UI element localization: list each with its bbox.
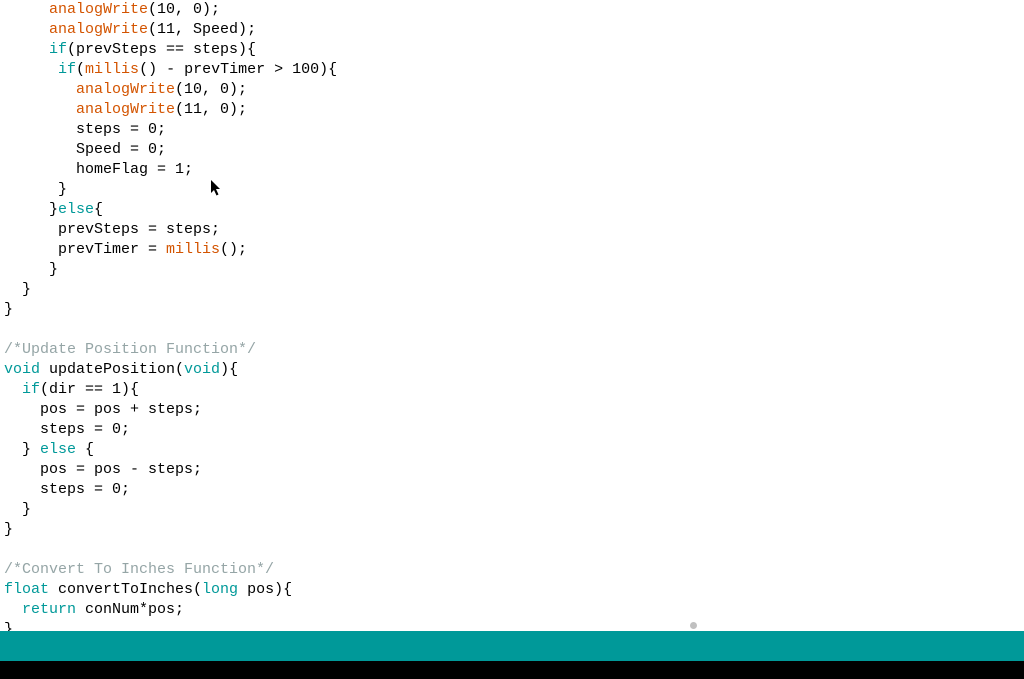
- code-token: steps = 0;: [4, 481, 130, 498]
- code-token: analogWrite: [76, 81, 175, 98]
- code-token: else: [58, 201, 94, 218]
- code-token: if: [58, 61, 76, 78]
- code-token: [4, 101, 76, 118]
- code-line[interactable]: [4, 320, 1020, 340]
- code-token: [4, 601, 22, 618]
- code-token: steps = 0;: [4, 421, 130, 438]
- code-line[interactable]: homeFlag = 1;: [4, 160, 1020, 180]
- code-editor[interactable]: analogWrite(10, 0); analogWrite(11, Spee…: [0, 0, 1024, 640]
- code-line[interactable]: analogWrite(10, 0);: [4, 80, 1020, 100]
- code-line[interactable]: steps = 0;: [4, 120, 1020, 140]
- code-token: prevTimer =: [4, 241, 166, 258]
- code-token: (prevSteps == steps){: [67, 41, 256, 58]
- code-line[interactable]: }: [4, 500, 1020, 520]
- code-token: updatePosition(: [40, 361, 184, 378]
- code-line[interactable]: float convertToInches(long pos){: [4, 580, 1020, 600]
- code-line[interactable]: pos = pos - steps;: [4, 460, 1020, 480]
- code-token: [4, 21, 49, 38]
- code-token: ();: [220, 241, 247, 258]
- code-token: }: [4, 521, 13, 538]
- code-line[interactable]: if(millis() - prevTimer > 100){: [4, 60, 1020, 80]
- code-token: {: [94, 201, 103, 218]
- console-bar: [0, 661, 1024, 679]
- code-token: long: [202, 581, 238, 598]
- code-token: pos = pos - steps;: [4, 461, 202, 478]
- code-token: void: [4, 361, 40, 378]
- code-token: /*Update Position Function*/: [4, 341, 256, 358]
- code-line[interactable]: if(prevSteps == steps){: [4, 40, 1020, 60]
- code-token: prevSteps = steps;: [4, 221, 220, 238]
- code-line[interactable]: }: [4, 280, 1020, 300]
- code-token: homeFlag = 1;: [4, 161, 193, 178]
- code-token: Speed = 0;: [4, 141, 166, 158]
- code-token: }: [4, 281, 31, 298]
- code-line[interactable]: }: [4, 520, 1020, 540]
- code-token: [4, 61, 58, 78]
- code-line[interactable]: } else {: [4, 440, 1020, 460]
- code-token: (10, 0);: [148, 1, 220, 18]
- code-line[interactable]: analogWrite(11, 0);: [4, 100, 1020, 120]
- code-token: else: [40, 441, 76, 458]
- code-token: conNum*pos;: [76, 601, 184, 618]
- code-token: (dir == 1){: [40, 381, 139, 398]
- code-line[interactable]: }: [4, 180, 1020, 200]
- code-line[interactable]: if(dir == 1){: [4, 380, 1020, 400]
- code-token: return: [22, 601, 76, 618]
- code-line[interactable]: return conNum*pos;: [4, 600, 1020, 620]
- code-token: if: [22, 381, 40, 398]
- code-line[interactable]: analogWrite(11, Speed);: [4, 20, 1020, 40]
- code-token: () - prevTimer > 100){: [139, 61, 337, 78]
- code-token: /*Convert To Inches Function*/: [4, 561, 274, 578]
- code-token: analogWrite: [49, 1, 148, 18]
- code-token: convertToInches(: [49, 581, 202, 598]
- code-line[interactable]: /*Update Position Function*/: [4, 340, 1020, 360]
- code-token: [4, 381, 22, 398]
- code-token: analogWrite: [76, 101, 175, 118]
- code-token: (11, 0);: [175, 101, 247, 118]
- code-token: }: [4, 261, 58, 278]
- code-line[interactable]: }: [4, 300, 1020, 320]
- code-line[interactable]: /*Convert To Inches Function*/: [4, 560, 1020, 580]
- code-token: float: [4, 581, 49, 598]
- code-line[interactable]: steps = 0;: [4, 420, 1020, 440]
- code-token: }: [4, 441, 40, 458]
- code-token: analogWrite: [49, 21, 148, 38]
- code-token: millis: [166, 241, 220, 258]
- code-token: [4, 1, 49, 18]
- code-token: (11, Speed);: [148, 21, 256, 38]
- code-line[interactable]: pos = pos + steps;: [4, 400, 1020, 420]
- code-line[interactable]: analogWrite(10, 0);: [4, 0, 1020, 20]
- code-token: pos = pos + steps;: [4, 401, 202, 418]
- code-line[interactable]: [4, 540, 1020, 560]
- code-token: [4, 41, 49, 58]
- code-line[interactable]: }else{: [4, 200, 1020, 220]
- code-line[interactable]: steps = 0;: [4, 480, 1020, 500]
- code-line[interactable]: prevSteps = steps;: [4, 220, 1020, 240]
- code-token: steps = 0;: [4, 121, 166, 138]
- code-token: }: [4, 501, 31, 518]
- code-token: }: [4, 301, 13, 318]
- code-line[interactable]: }: [4, 260, 1020, 280]
- code-token: pos){: [238, 581, 292, 598]
- code-token: (10, 0);: [175, 81, 247, 98]
- code-line[interactable]: Speed = 0;: [4, 140, 1020, 160]
- code-line[interactable]: void updatePosition(void){: [4, 360, 1020, 380]
- code-token: if: [49, 41, 67, 58]
- dot-icon: [690, 622, 697, 629]
- code-token: [4, 81, 76, 98]
- code-token: void: [184, 361, 220, 378]
- code-token: millis: [85, 61, 139, 78]
- code-token: {: [76, 441, 94, 458]
- status-bar: [0, 631, 1024, 661]
- code-token: ){: [220, 361, 238, 378]
- code-line[interactable]: prevTimer = millis();: [4, 240, 1020, 260]
- code-token: }: [4, 201, 58, 218]
- code-token: (: [76, 61, 85, 78]
- code-token: }: [4, 181, 67, 198]
